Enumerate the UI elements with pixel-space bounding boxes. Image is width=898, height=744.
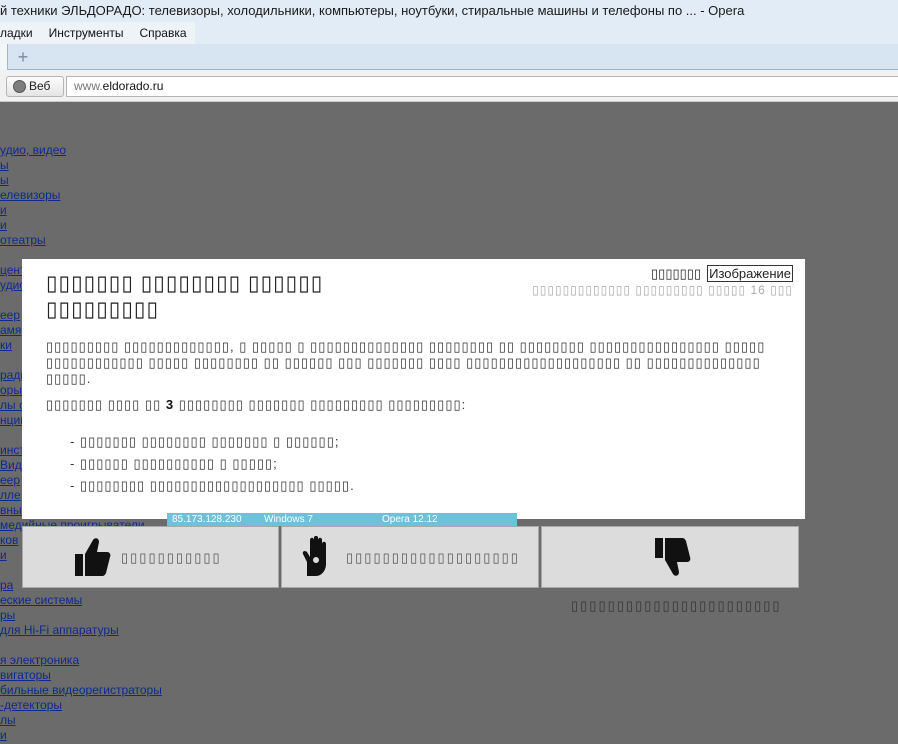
- address-domain: eldorado.ru: [102, 79, 164, 93]
- modal-list: - ▯▯▯▯▯▯▯ ▯▯▯▯▯▯▯▯ ▯▯▯▯▯▯▯ ▯ ▯▯▯▯▯▯; - ▯…: [70, 431, 355, 497]
- category-link[interactable]: ков: [0, 533, 18, 547]
- tab-strip: +: [0, 44, 898, 70]
- vote-like-label: ▯▯▯▯▯▯▯▯▯▯▯: [121, 550, 222, 565]
- vote-ok-button[interactable]: ▯▯▯▯▯▯▯▯▯▯▯▯▯▯▯▯▯▯▯: [281, 526, 539, 588]
- category-link[interactable]: бильные видеорегистраторы: [0, 683, 162, 697]
- category-link[interactable]: амя: [0, 323, 21, 337]
- category-link[interactable]: лле: [0, 488, 21, 502]
- web-button-label: Веб: [29, 79, 51, 93]
- category-link[interactable]: ы: [0, 173, 9, 187]
- address-field[interactable]: www.eldorado.ru: [66, 76, 898, 97]
- category-link[interactable]: еские системы: [0, 593, 82, 607]
- list-item: - ▯▯▯▯▯▯▯ ▯▯▯▯▯▯▯▯ ▯▯▯▯▯▯▯ ▯ ▯▯▯▯▯▯;: [70, 434, 340, 449]
- category-link[interactable]: елевизоры: [0, 188, 60, 202]
- menu-items: ладки Инструменты Справка: [0, 22, 195, 44]
- tab-active[interactable]: [0, 44, 8, 70]
- thumbs-down-icon: [655, 538, 691, 576]
- category-link[interactable]: ры: [0, 608, 15, 622]
- instruction-number: 3: [165, 397, 175, 412]
- category-link[interactable]: вны: [0, 503, 22, 517]
- window-title: й техники ЭЛЬДОРАДО: телевизоры, холодил…: [0, 0, 898, 22]
- web-button[interactable]: Веб: [6, 76, 64, 97]
- below-votes-text: ▯▯▯▯▯▯▯▯▯▯▯▯▯▯▯▯▯▯▯▯▯▯▯: [571, 598, 782, 613]
- vote-like-button[interactable]: ▯▯▯▯▯▯▯▯▯▯▯: [22, 526, 279, 588]
- category-link[interactable]: ки: [0, 338, 12, 352]
- vote-dislike-button[interactable]: [541, 526, 799, 588]
- category-link[interactable]: ра: [0, 578, 13, 592]
- modal-paragraph: ▯▯▯▯▯▯▯▯▯ ▯▯▯▯▯▯▯▯▯▯▯▯▯, ▯ ▯▯▯▯▯ ▯ ▯▯▯▯▯…: [46, 339, 766, 386]
- list-item: - ▯▯▯▯▯▯ ▯▯▯▯▯▯▯▯▯▯ ▯ ▯▯▯▯▯;: [70, 456, 278, 471]
- menu-bar: ладки Инструменты Справка: [0, 22, 898, 44]
- ok-hand-icon: [302, 536, 326, 576]
- info-ip: 85.173.128.230: [172, 514, 242, 525]
- modal-instruction: ▯▯▯▯▯▯▯ ▯▯▯▯ ▯▯ 3 ▯▯▯▯▯▯▯▯ ▯▯▯▯▯▯▯ ▯▯▯▯▯…: [46, 397, 466, 413]
- vote-buttons: ▯▯▯▯▯▯▯▯▯▯▯ ▯▯▯▯▯▯▯▯▯▯▯▯▯▯▯▯▯▯▯: [22, 526, 799, 588]
- category-link[interactable]: и: [0, 728, 7, 742]
- category-link[interactable]: ы: [0, 158, 9, 172]
- list-item: - ▯▯▯▯▯▯▯▯ ▯▯▯▯▯▯▯▯▯▯▯▯▯▯▯▯▯▯▯ ▯▯▯▯▯.: [70, 478, 355, 493]
- info-browser: Opera 12.12: [382, 514, 438, 525]
- address-toolbar: Веб www.eldorado.ru: [0, 70, 898, 102]
- info-os: Windows 7: [264, 514, 313, 525]
- modal-dialog: ▯▯▯▯▯▯▯ ▯▯▯▯▯▯▯▯ ▯▯▯▯▯▯ ▯▯▯▯▯▯▯▯▯ ▯▯▯▯▯▯…: [22, 259, 805, 519]
- thumbs-up-icon: [75, 538, 111, 576]
- image-toggle[interactable]: Изображение: [707, 265, 793, 282]
- category-link[interactable]: вигаторы: [0, 668, 51, 682]
- category-link[interactable]: и: [0, 203, 7, 217]
- instruction-prefix: ▯▯▯▯▯▯▯ ▯▯▯▯ ▯▯: [46, 397, 162, 412]
- category-link[interactable]: -детекторы: [0, 698, 62, 712]
- plus-icon[interactable]: +: [14, 48, 32, 66]
- category-link[interactable]: и: [0, 548, 7, 562]
- category-link[interactable]: лы: [0, 713, 16, 727]
- category-link[interactable]: для Hi-Fi аппаратуры: [0, 623, 119, 637]
- modal-meta: ▯▯▯▯▯▯▯▯▯▯▯▯▯ ▯▯▯▯▯▯▯▯▯ ▯▯▯▯▯ 16 ▯▯▯: [532, 283, 793, 297]
- category-link[interactable]: удио, видео: [0, 143, 66, 157]
- globe-icon: [13, 80, 26, 93]
- meta-number: 16: [750, 283, 766, 297]
- category-link[interactable]: отеатры: [0, 233, 46, 247]
- meta-prefix: ▯▯▯▯▯▯▯▯▯▯▯▯▯ ▯▯▯▯▯▯▯▯▯ ▯▯▯▯▯: [532, 283, 747, 297]
- address-prefix: www.: [74, 79, 103, 93]
- category-link[interactable]: еер: [0, 473, 20, 487]
- switch-label: ▯▯▯▯▯▯▯: [651, 266, 702, 281]
- modal-switch: ▯▯▯▯▯▯▯ Изображение: [651, 265, 793, 282]
- category-link[interactable]: и: [0, 218, 7, 232]
- category-link[interactable]: еер: [0, 308, 20, 322]
- category-link[interactable]: оры: [0, 383, 22, 397]
- menu-item-bookmarks[interactable]: ладки: [0, 22, 41, 44]
- modal-title: ▯▯▯▯▯▯▯ ▯▯▯▯▯▯▯▯ ▯▯▯▯▯▯ ▯▯▯▯▯▯▯▯▯: [46, 272, 324, 321]
- info-bar: 85.173.128.230 Windows 7 Opera 12.12: [167, 513, 517, 526]
- vote-ok-label: ▯▯▯▯▯▯▯▯▯▯▯▯▯▯▯▯▯▯▯: [346, 550, 520, 565]
- menu-item-help[interactable]: Справка: [131, 22, 194, 44]
- meta-suffix: ▯▯▯: [770, 283, 793, 297]
- instruction-suffix: ▯▯▯▯▯▯▯▯ ▯▯▯▯▯▯▯ ▯▯▯▯▯▯▯▯▯ ▯▯▯▯▯▯▯▯▯:: [178, 397, 467, 412]
- menu-item-tools[interactable]: Инструменты: [41, 22, 132, 44]
- category-link[interactable]: я электроника: [0, 653, 79, 667]
